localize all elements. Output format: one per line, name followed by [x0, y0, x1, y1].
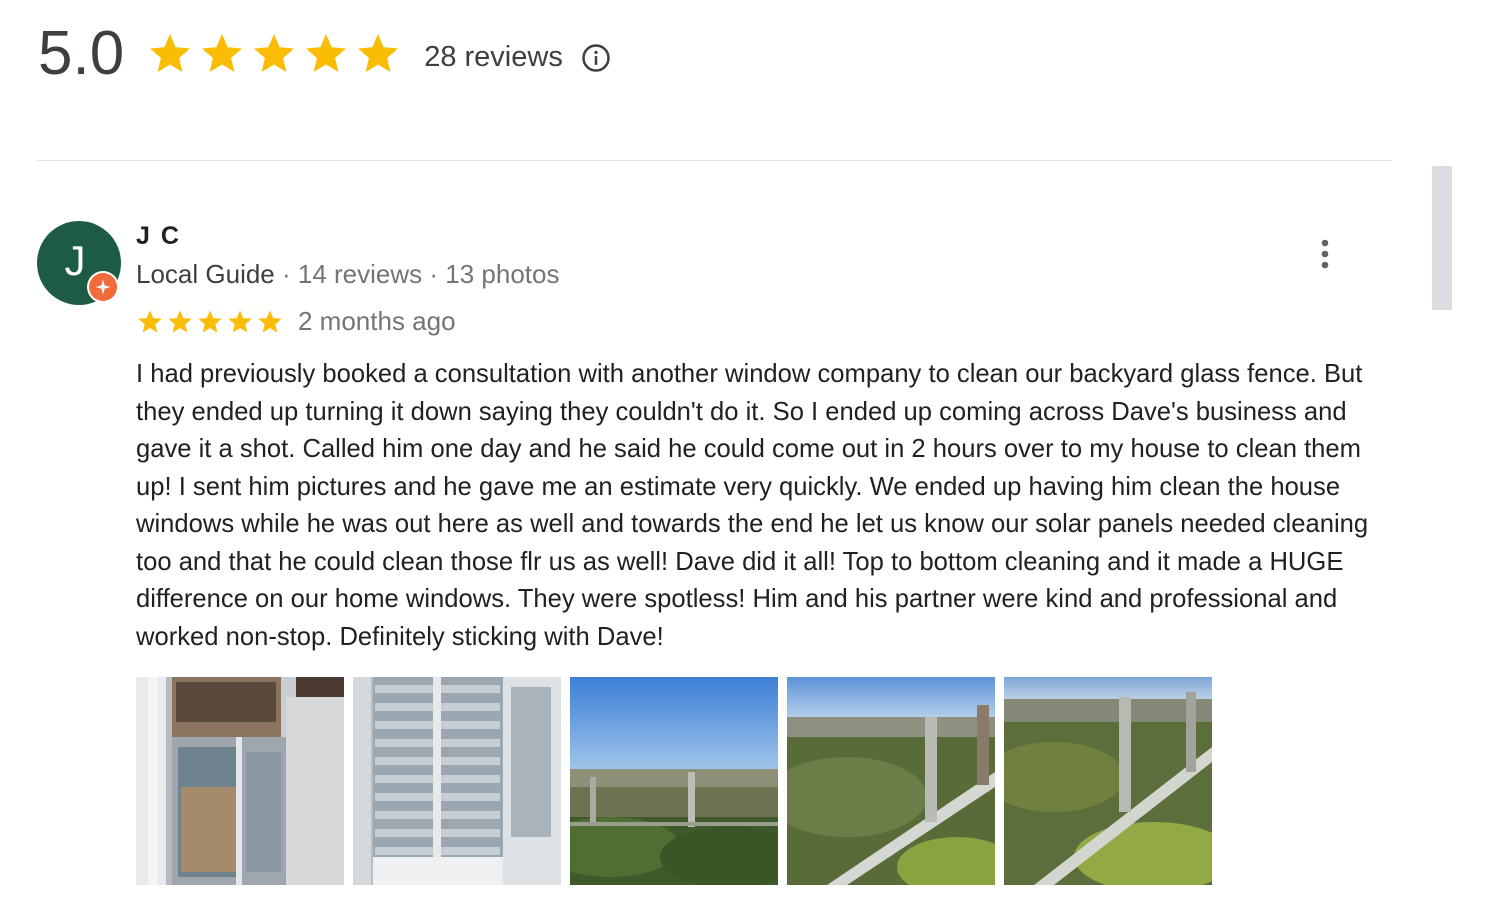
- reviewer-review-count: 14 reviews: [297, 259, 423, 289]
- star-icon: [256, 308, 284, 336]
- local-guide-badge-icon: [87, 271, 119, 303]
- avatar-initial: J: [64, 237, 86, 284]
- photo-glass-fence-2[interactable]: [1004, 677, 1212, 885]
- review-body: I had previously booked a consultation w…: [136, 360, 1369, 651]
- meta-separator: ·: [422, 259, 446, 289]
- photo-window-exterior[interactable]: [136, 677, 344, 885]
- star-icon: [198, 30, 246, 78]
- rating-summary: 5.0 28 reviews: [38, 14, 611, 94]
- star-icon: [196, 308, 224, 336]
- reviewer-photo-count: 13 photos: [445, 259, 560, 289]
- more-vert-icon: [1321, 239, 1329, 269]
- star-icon: [226, 308, 254, 336]
- reviewer-name[interactable]: J C: [136, 222, 181, 251]
- total-reviews-link[interactable]: 28 reviews: [424, 41, 563, 74]
- scrollbar-thumb[interactable]: [1432, 166, 1452, 310]
- reviewer-meta: Local Guide · 14 reviews · 13 photos: [136, 259, 559, 290]
- star-icon: [146, 30, 194, 78]
- star-icon: [136, 308, 164, 336]
- more-options-button[interactable]: [1305, 234, 1345, 274]
- review-date: 2 months ago: [298, 306, 456, 336]
- photo-glass-fence-1[interactable]: [787, 677, 995, 885]
- star-icon: [166, 308, 194, 336]
- average-rating: 5.0: [38, 19, 125, 88]
- sparkle-icon: [95, 279, 111, 295]
- review-star-rating: [136, 308, 284, 336]
- review-rating-row: 2 months ago: [136, 306, 456, 337]
- star-icon: [250, 30, 298, 78]
- photo-window-blinds[interactable]: [353, 677, 561, 885]
- meta-separator: ·: [274, 259, 298, 289]
- local-guide-label: Local Guide: [136, 259, 275, 289]
- star-icon: [354, 30, 402, 78]
- review-photos: [136, 677, 1212, 885]
- summary-star-rating: [146, 30, 402, 78]
- photo-backyard-view[interactable]: [570, 677, 778, 885]
- section-divider: [37, 160, 1391, 161]
- star-icon: [302, 30, 350, 78]
- info-icon[interactable]: [581, 43, 611, 73]
